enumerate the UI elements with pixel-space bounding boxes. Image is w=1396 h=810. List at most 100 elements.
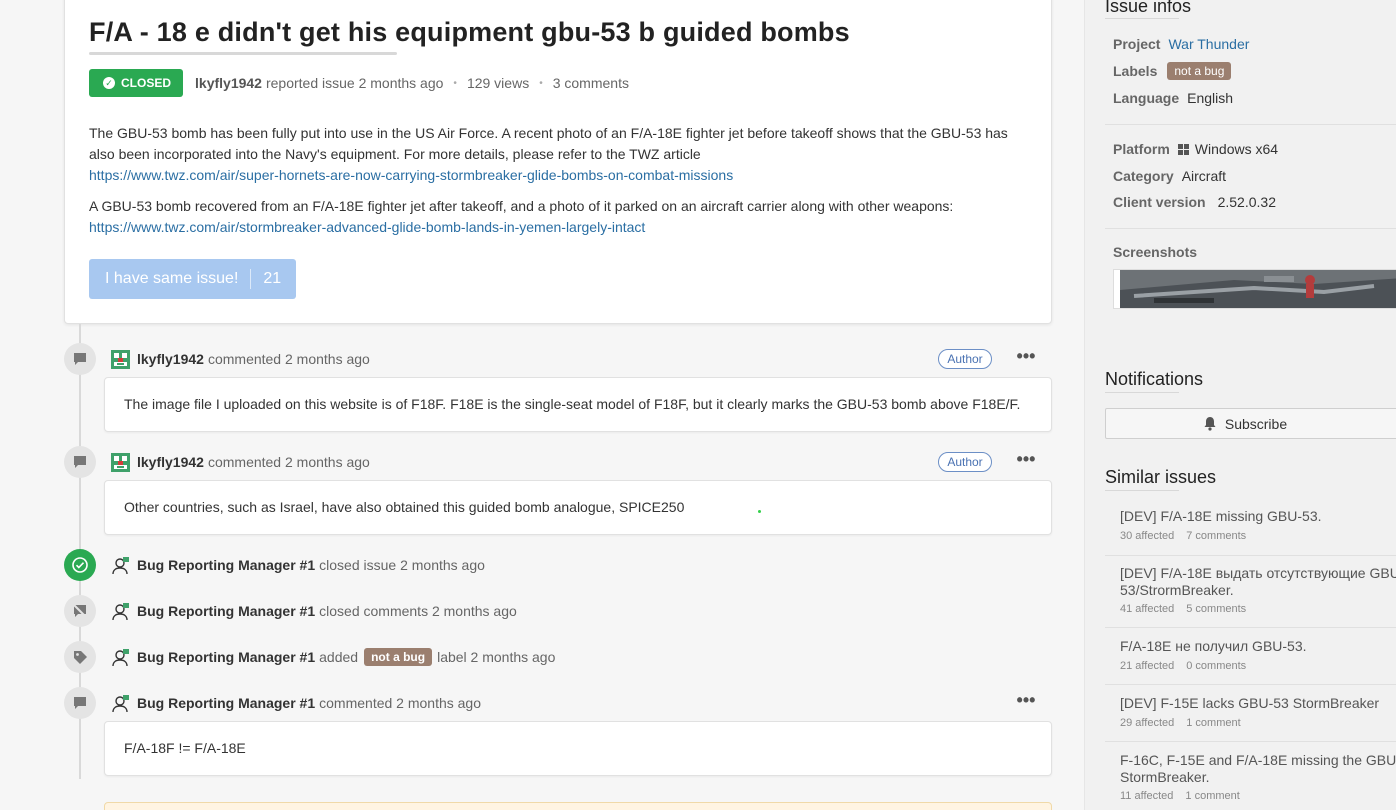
manager-avatar (112, 648, 129, 666)
language-value: English (1187, 90, 1234, 106)
event-user[interactable]: Bug Reporting Manager #1 (137, 557, 315, 573)
comment-count: 7 comments (1186, 530, 1247, 542)
comment-count: 5 comments (1186, 603, 1247, 615)
similar-issues-heading: Similar issues (1105, 467, 1217, 487)
title-underline (89, 52, 397, 55)
similar-issue-item[interactable]: F/A-18E не получил GBU-53. 21 affected 0 … (1105, 628, 1396, 685)
event-text: closed comments 2 months ago (319, 603, 517, 619)
comment-header: Bug Reporting Manager #1 commented 2 mon… (111, 692, 481, 714)
heading-underline (1105, 392, 1179, 393)
tag-icon (64, 641, 96, 673)
similar-issue-title: [DEV] F/A-18E выдать отсутствующие GBU- … (1120, 565, 1396, 599)
similar-issue-item[interactable]: F-16C, F-15E and F/A-18E missing the GBU… (1105, 742, 1396, 810)
platform-row: Platform Windows x64 (1113, 139, 1278, 159)
comment-time: commented 2 months ago (207, 454, 370, 470)
avatar (111, 452, 130, 472)
comment-author[interactable]: Bug Reporting Manager #1 (137, 695, 315, 711)
issue-author[interactable]: lkyfly1942 (195, 75, 262, 91)
event-row: Bug Reporting Manager #1 closed comments… (111, 600, 517, 622)
issue-body-paragraph-2: A GBU-53 bomb recovered from an F/A-18E … (89, 196, 1031, 238)
similar-issue-meta: 30 affected 7 comments (1120, 530, 1246, 542)
similar-issue-meta: 11 affected 1 comment (1120, 790, 1240, 802)
issue-title: F/A - 18 e didn't get his equipment gbu-… (89, 17, 850, 47)
closed-check-icon (64, 549, 96, 581)
body-text-2: A GBU-53 bomb recovered from an F/A-18E … (89, 198, 954, 214)
comment-count: 0 comments (1186, 660, 1247, 672)
similar-issue-title-line2: StormBreaker. (1120, 769, 1210, 785)
category-key: Category (1113, 168, 1174, 184)
language-key: Language (1113, 90, 1180, 106)
event-user[interactable]: Bug Reporting Manager #1 (137, 603, 315, 619)
similar-issue-title: [DEV] F-15E lacks GBU-53 StormBreaker (1120, 695, 1380, 711)
more-options-icon[interactable]: ••• (1014, 450, 1038, 469)
comment-body: Other countries, such as Israel, have al… (104, 480, 1052, 535)
similar-issue-item[interactable]: [DEV] F/A-18E missing GBU-53. 30 affecte… (1105, 500, 1396, 556)
divider (1105, 124, 1396, 125)
manager-avatar (112, 602, 129, 620)
label-not-a-bug[interactable]: not a bug (364, 648, 433, 666)
affected-count: 41 affected (1120, 603, 1175, 615)
similar-issue-meta: 21 affected 0 comments (1120, 660, 1246, 672)
main-column: F/A - 18 e didn't get his equipment gbu-… (0, 0, 1084, 810)
screenshots-row: Screenshots (1113, 242, 1197, 262)
event-row: Bug Reporting Manager #1 added not a bug… (111, 646, 555, 668)
body-text-1: The GBU-53 bomb has been fully put into … (89, 125, 1008, 162)
project-link[interactable]: War Thunder (1168, 36, 1249, 52)
button-divider (250, 269, 252, 289)
notifications-heading: Notifications (1105, 369, 1204, 389)
screenshots-key: Screenshots (1113, 244, 1198, 260)
issue-body-paragraph-1: The GBU-53 bomb has been fully put into … (89, 123, 1031, 186)
windows-icon (1177, 143, 1189, 155)
event-text: closed issue 2 months ago (319, 557, 485, 573)
event-text: added (319, 649, 359, 665)
twz-link-1[interactable]: https://www.twz.com/air/super-hornets-ar… (89, 167, 733, 183)
similar-issue-title: F-16C, F-15E and F/A-18E missing the GBU… (1120, 752, 1396, 786)
comment-author[interactable]: lkyfly1942 (137, 351, 204, 367)
more-options-icon[interactable]: ••• (1014, 691, 1038, 710)
similar-issue-meta: 41 affected 5 comments (1120, 603, 1246, 615)
issue-meta: ✓ CLOSED lkyfly1942 reported issue 2 mon… (89, 69, 629, 97)
comment-count: 1 comment (1185, 790, 1240, 802)
same-issue-button[interactable]: I have same issue! 21 (89, 259, 296, 299)
bell-icon (1204, 417, 1216, 431)
views-count: 129 views (466, 75, 530, 91)
screenshot-thumbnail[interactable] (1113, 269, 1396, 309)
labels-key: Labels (1113, 63, 1158, 79)
affected-count: 11 affected (1120, 790, 1174, 802)
heading-underline (1105, 18, 1179, 19)
similar-issue-title: [DEV] F/A-18E missing GBU-53. (1120, 508, 1322, 524)
check-icon: ✓ (103, 77, 115, 89)
heading-underline (1105, 490, 1179, 491)
similar-issue-item[interactable]: [DEV] F/A-18E выдать отсутствующие GBU- … (1105, 556, 1396, 628)
twz-link-2[interactable]: https://www.twz.com/air/stormbreaker-adv… (89, 219, 645, 235)
notice-banner (104, 802, 1052, 810)
more-options-icon[interactable]: ••• (1014, 347, 1038, 366)
platform-value: Windows x64 (1194, 141, 1279, 157)
affected-count: 29 affected (1120, 717, 1175, 729)
label-not-a-bug[interactable]: not a bug (1167, 62, 1232, 80)
comment-icon (64, 446, 96, 478)
event-row: Bug Reporting Manager #1 closed issue 2 … (111, 554, 485, 576)
comment-header: lkyfly1942 commented 2 months ago (111, 451, 370, 473)
avatar (111, 349, 130, 369)
author-badge: Author (938, 452, 992, 472)
similar-issue-item[interactable]: [DEV] F-15E lacks GBU-53 StormBreaker 29… (1105, 685, 1396, 742)
comment-body: F/A-18F != F/A-18E (104, 721, 1052, 776)
sidebar: Issue infos Project War Thunder Labels n… (1084, 0, 1396, 810)
category-row: Category Aircraft (1113, 166, 1226, 186)
event-user[interactable]: Bug Reporting Manager #1 (137, 649, 315, 665)
comment-time: commented 2 months ago (319, 695, 482, 711)
subscribe-button[interactable]: Subscribe (1105, 408, 1396, 439)
event-text-after: label 2 months ago (437, 649, 556, 665)
comment-author[interactable]: lkyfly1942 (137, 454, 204, 470)
subscribe-label: Subscribe (1224, 415, 1288, 432)
issue-card: F/A - 18 e didn't get his equipment gbu-… (64, 0, 1052, 324)
comment-icon (64, 343, 96, 375)
manager-avatar (112, 694, 129, 712)
labels-row: Labels not a bug (1113, 61, 1236, 81)
author-badge: Author (938, 349, 992, 369)
similar-issue-title-line1: F-16C, F-15E and F/A-18E missing the GBU… (1120, 752, 1396, 768)
platform-key: Platform (1113, 141, 1170, 157)
client-version-value: 2.52.0.32 (1217, 194, 1276, 210)
comment-header: lkyfly1942 commented 2 months ago (111, 348, 370, 370)
